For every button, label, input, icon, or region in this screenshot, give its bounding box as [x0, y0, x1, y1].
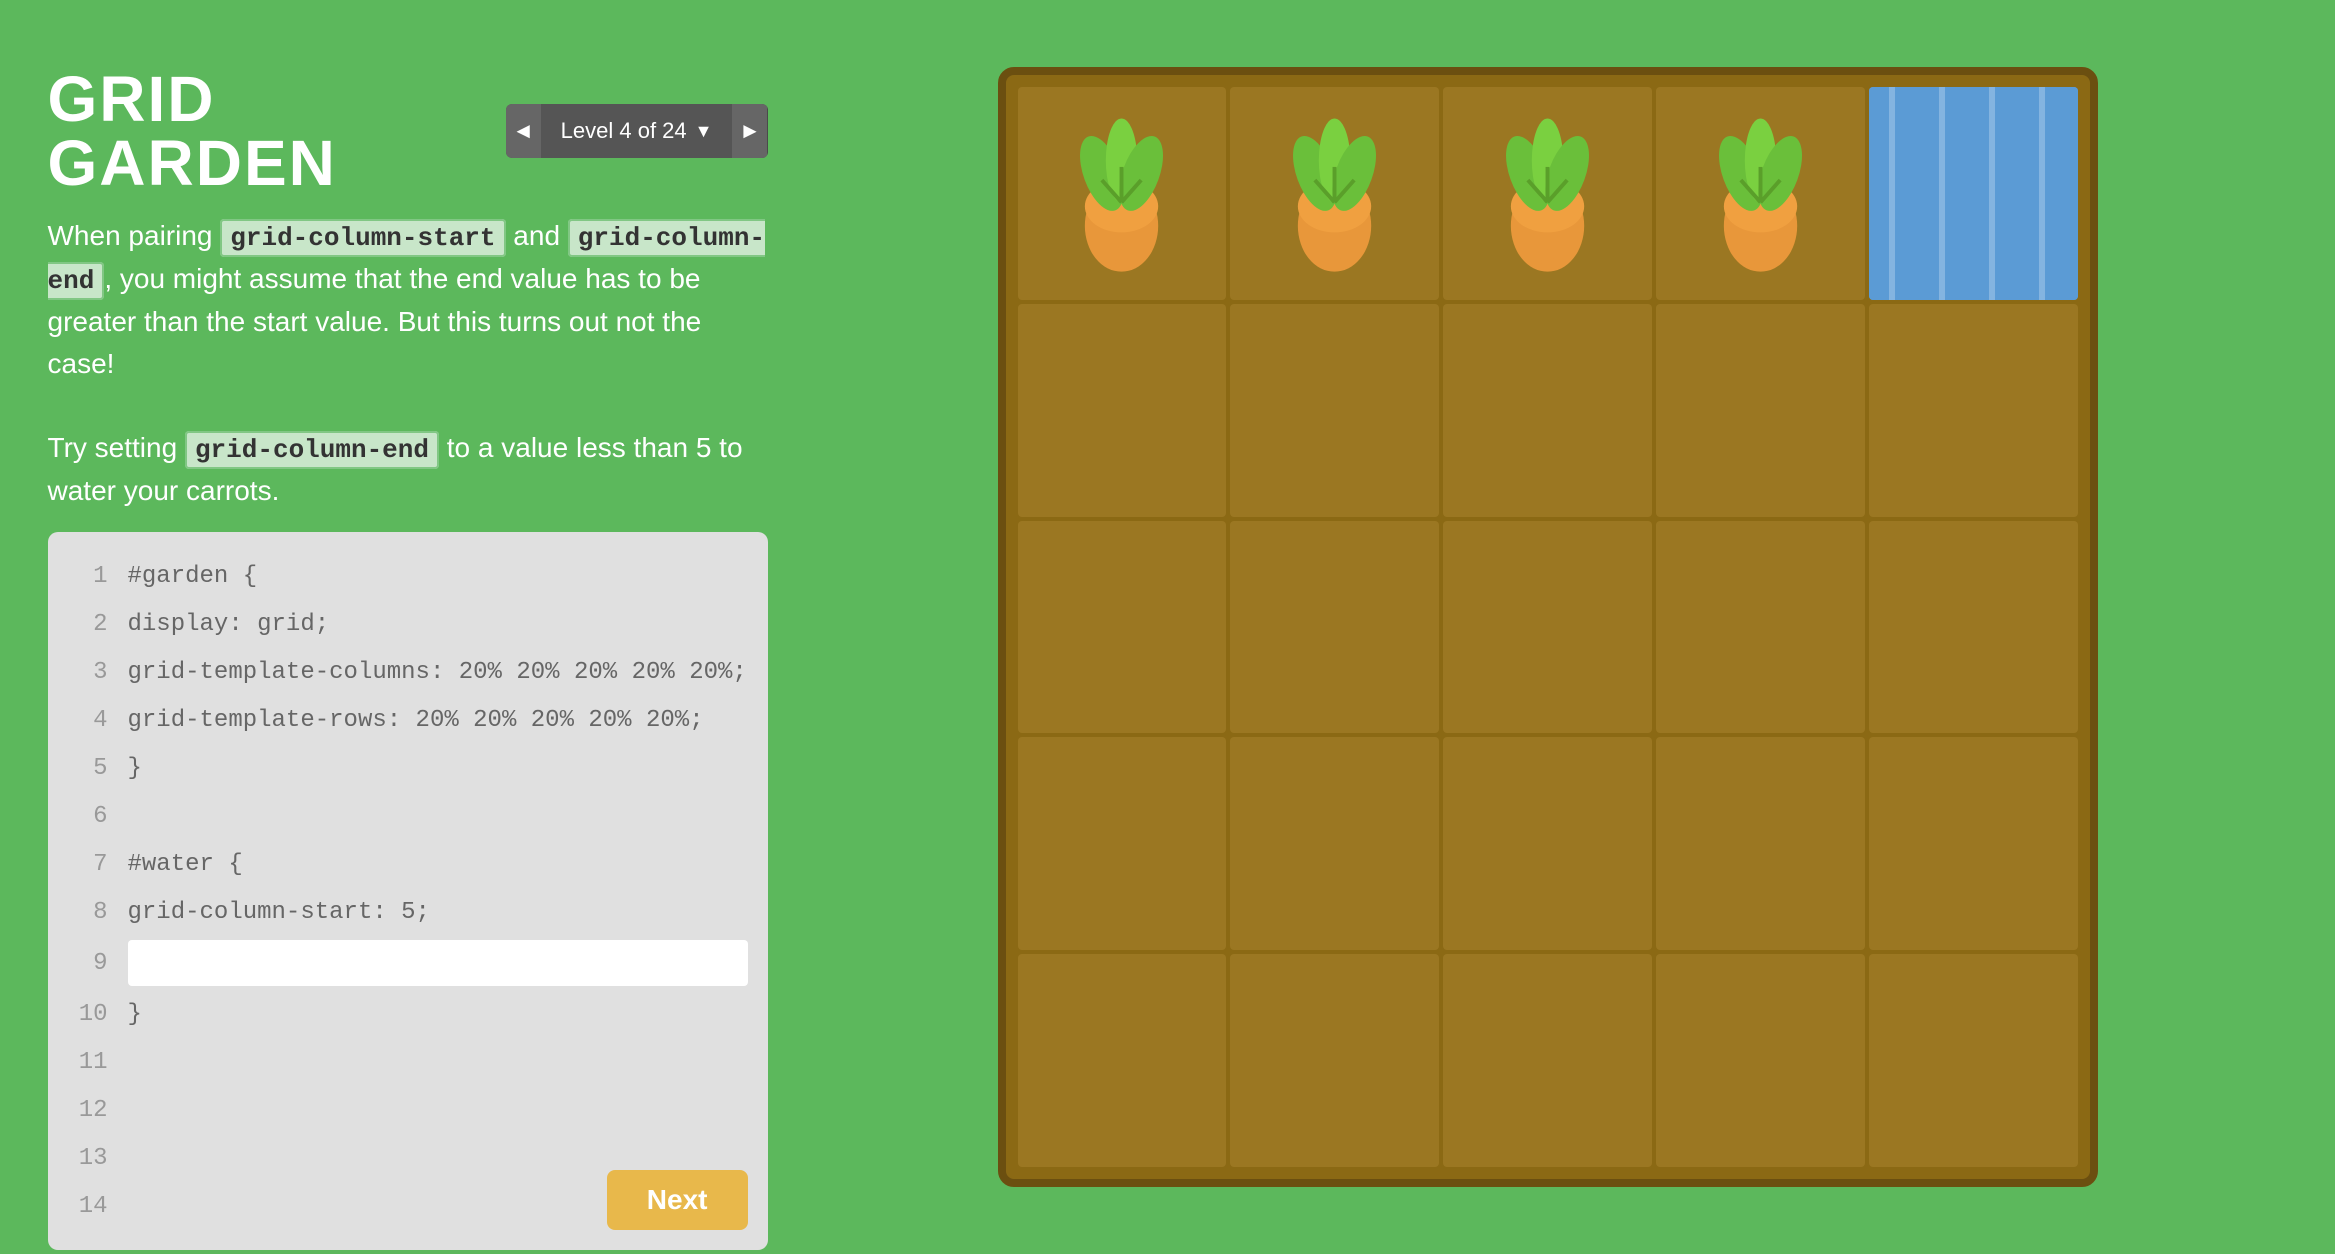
code-input-field[interactable]: [128, 940, 748, 986]
description-paragraph-2: Try setting grid-column-end to a value l…: [48, 427, 768, 512]
garden-cell: [1656, 737, 1865, 950]
desc-part2: and: [506, 220, 568, 251]
line-number-4: 4: [68, 707, 108, 734]
code-line-5: 5 }: [48, 744, 768, 792]
garden-container: [998, 67, 2098, 1187]
line-number-3: 3: [68, 659, 108, 686]
garden-cell: [1443, 737, 1652, 950]
next-level-button[interactable]: ►: [732, 104, 767, 158]
line-content-4: grid-template-rows: 20% 20% 20% 20% 20%;: [128, 707, 748, 734]
level-navigator: ◄ Level 4 of 24 ▼ ►: [506, 104, 768, 158]
line-number-11: 11: [68, 1049, 108, 1076]
garden-cell: [1656, 954, 1865, 1167]
line-number-14: 14: [68, 1193, 108, 1220]
title-row: Grid Garden ◄ Level 4 of 24 ▼ ►: [48, 67, 768, 195]
code-line-8: 8 grid-column-start: 5;: [48, 888, 768, 936]
line-number-13: 13: [68, 1145, 108, 1172]
line-number-8: 8: [68, 899, 108, 926]
app-title: Grid Garden: [48, 67, 476, 195]
garden-cell: [1018, 87, 1227, 300]
garden-cell: [1869, 87, 2078, 300]
garden-cell: [1443, 954, 1652, 1167]
keyword-grid-column-start: grid-column-start: [220, 219, 505, 257]
carrot-icon: [1677, 108, 1844, 278]
carrot-icon: [1038, 108, 1205, 278]
garden-cell: [1018, 954, 1227, 1167]
code-line-11: 11: [48, 1038, 768, 1086]
next-button[interactable]: Next: [607, 1170, 748, 1230]
desc-part1: When pairing: [48, 220, 221, 251]
line-number-5: 5: [68, 755, 108, 782]
description-block: When pairing grid-column-start and grid-…: [48, 215, 768, 512]
code-line-6: 6: [48, 792, 768, 840]
garden-cell: [1018, 521, 1227, 734]
line-content-8: grid-column-start: 5;: [128, 899, 748, 926]
garden-cell: [1656, 304, 1865, 517]
code-line-9: 9: [48, 936, 768, 990]
description-paragraph-1: When pairing grid-column-start and grid-…: [48, 215, 768, 385]
carrot-icon: [1464, 108, 1631, 278]
garden-cell: [1230, 737, 1439, 950]
line-number-7: 7: [68, 851, 108, 878]
code-lines: 1 #garden { 2 display: grid; 3 grid-temp…: [48, 552, 768, 1230]
line-number-12: 12: [68, 1097, 108, 1124]
garden-cell: [1869, 304, 2078, 517]
level-dropdown-arrow: ▼: [695, 121, 713, 142]
garden-cell: [1443, 521, 1652, 734]
garden-cell: [1443, 87, 1652, 300]
line-content-10: }: [128, 1001, 748, 1028]
garden-cell: [1230, 87, 1439, 300]
desc-part3: , you might assume that the end value ha…: [48, 263, 702, 379]
desc-part4: Try setting: [48, 432, 185, 463]
code-line-12: 12: [48, 1086, 768, 1134]
code-line-4: 4 grid-template-rows: 20% 20% 20% 20% 20…: [48, 696, 768, 744]
right-panel: [808, 67, 2288, 1187]
garden-cell: [1230, 521, 1439, 734]
garden-cell: [1018, 304, 1227, 517]
garden-cell: [1869, 737, 2078, 950]
line-number-1: 1: [68, 563, 108, 590]
code-line-1: 1 #garden {: [48, 552, 768, 600]
level-display[interactable]: Level 4 of 24 ▼: [541, 104, 733, 158]
garden-cell: [1869, 954, 2078, 1167]
line-number-10: 10: [68, 1001, 108, 1028]
garden-grid: [1018, 87, 2078, 1167]
code-line-2: 2 display: grid;: [48, 600, 768, 648]
line-number-2: 2: [68, 611, 108, 638]
code-editor: 1 #garden { 2 display: grid; 3 grid-temp…: [48, 532, 768, 1250]
line-content-3: grid-template-columns: 20% 20% 20% 20% 2…: [128, 659, 748, 686]
garden-cell: [1230, 304, 1439, 517]
code-line-3: 3 grid-template-columns: 20% 20% 20% 20%…: [48, 648, 768, 696]
line-content-2: display: grid;: [128, 611, 748, 638]
line-content-1: #garden {: [128, 563, 748, 590]
water-waves: [1869, 87, 2078, 300]
garden-cell: [1656, 87, 1865, 300]
left-panel: Grid Garden ◄ Level 4 of 24 ▼ ► When pai…: [48, 67, 768, 1250]
prev-level-button[interactable]: ◄: [506, 104, 541, 158]
code-line-7: 7 #water {: [48, 840, 768, 888]
code-line-10: 10 }: [48, 990, 768, 1038]
garden-cell: [1656, 521, 1865, 734]
garden-cell: [1869, 521, 2078, 734]
garden-cell: [1443, 304, 1652, 517]
line-number-9: 9: [68, 950, 108, 977]
carrot-icon: [1251, 108, 1418, 278]
line-number-6: 6: [68, 803, 108, 830]
main-container: Grid Garden ◄ Level 4 of 24 ▼ ► When pai…: [28, 27, 2308, 1227]
line-content-7: #water {: [128, 851, 748, 878]
level-text: Level 4 of 24: [561, 118, 687, 144]
keyword-grid-column-end-2: grid-column-end: [185, 431, 439, 469]
line-content-5: }: [128, 755, 748, 782]
garden-cell: [1018, 737, 1227, 950]
garden-cell: [1230, 954, 1439, 1167]
